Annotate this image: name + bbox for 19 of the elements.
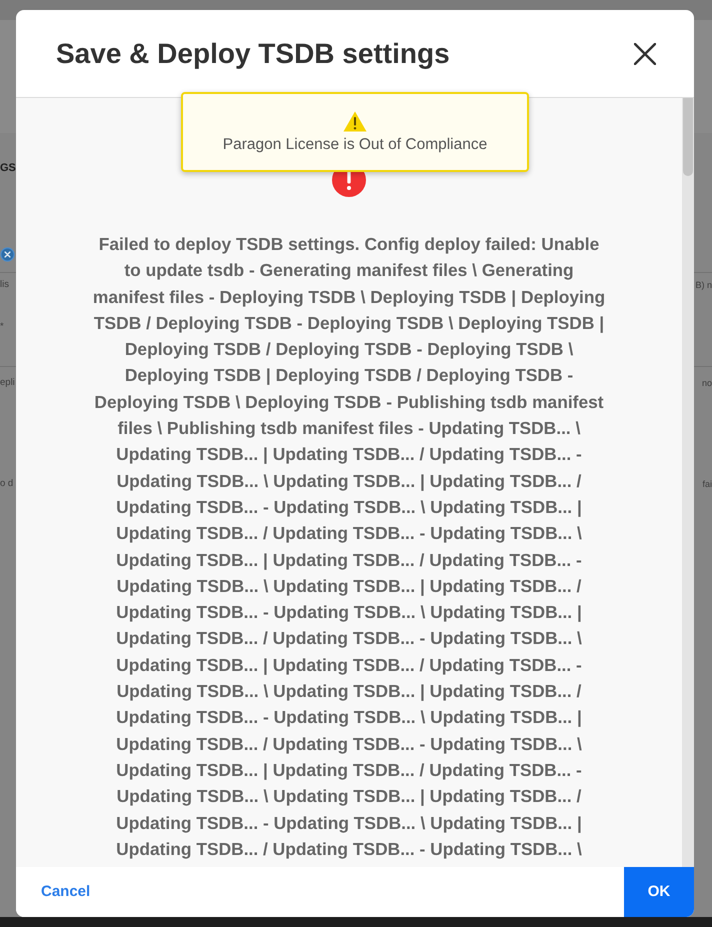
background-text: lis <box>0 278 9 292</box>
toast-message: Paragon License is Out of Compliance <box>222 135 488 154</box>
scrollbar-thumb[interactable] <box>683 98 693 176</box>
background-text: epli <box>0 376 15 390</box>
error-message: Failed to deploy TSDB settings. Config deploy failed: Unable to update tsdb - Generating manifest files \ Generating manifest files - Deploying TSDB \ Deploying TSDB | Deploying TSDB / Deploying TSDB - Deploying TSDB \ Deploying TSDB | Deploying TSDB / Deploying TSDB - Deploying TSDB \ Deploying TSDB | Deploying TSDB / Deploying TSDB - Deploying TSDB \ Deploying TSDB - Publishing tsdb manifest files \ Publishing tsdb manifest files - Updating TSDB... \ Updating TSDB... | Updating TSDB... / Updating TSDB... - Updating TSDB... \ Updating TSDB... | Updating TSDB... / Updating TSDB... - Updating TSDB... \ Updating TSDB... | Updating TSDB... / Updating TSDB... - Updating TSDB... \ Updating TSDB... | Updating TSDB... / Updating TSDB... - Updating TSDB... \ Updating TSDB... | Updating TSDB... / Updating TSDB... - Updating TSDB... \ Updating TSDB... | Updating TSDB... / Updating TSDB... - Updating TSDB... \ Updating TSDB... | Updating TSDB... / Updating TSDB... - Updating TSDB... \ Updating TSDB... | Updating TSDB... / Updating TSDB... - Updating TSDB... \ Updating TSDB... | Updating TSDB... / Updating TSDB... - Updating TSDB... \ Updating TSDB... | Updating TSDB... / Updating TSDB... - Updating TSDB... \ Updating TSDB... | Updating TSDB... / Updating TSDB... - Updating TSDB... \ Updating TSDB... | Updating TSDB... / Updating TSDB... - Updating TSDB... \ <box>92 233 606 861</box>
background-text: o d <box>0 477 14 491</box>
circle-x-icon[interactable] <box>0 247 15 262</box>
cancel-button[interactable]: Cancel <box>29 874 102 910</box>
ok-button[interactable]: OK <box>624 867 694 917</box>
close-icon <box>634 42 656 64</box>
close-button[interactable] <box>633 42 657 66</box>
scrollbar[interactable] <box>682 98 694 867</box>
background-text: B) n <box>695 279 712 292</box>
background-text: no <box>702 377 712 390</box>
dialog-title: Save & Deploy TSDB settings <box>56 36 450 70</box>
background-text: * <box>0 320 4 334</box>
warning-icon <box>343 111 367 132</box>
background-text: fai <box>702 478 712 491</box>
page-heading: GS <box>0 161 16 176</box>
